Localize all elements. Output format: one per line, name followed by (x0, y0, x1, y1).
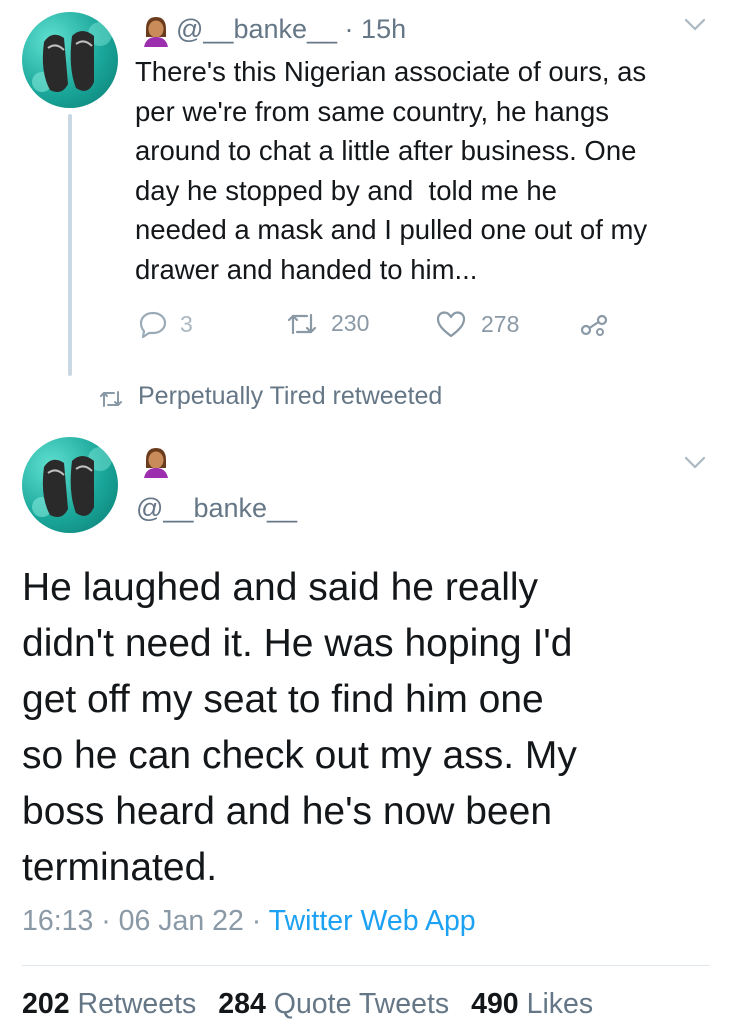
person-emoji-icon (144, 448, 168, 478)
tweet1-handle[interactable]: @__banke__ (176, 14, 337, 44)
tweet2-handle[interactable]: @__banke__ (136, 493, 297, 524)
share-icon (580, 314, 608, 336)
tweet2-time[interactable]: 16:13 (22, 905, 93, 937)
tweet2-meta: 16:13 · 06 Jan 22 · Twitter Web App (22, 905, 476, 938)
dot-separator: · (243, 905, 269, 937)
quote-tweets-stat[interactable]: 284 Quote Tweets (218, 988, 449, 1021)
retweet-notice-icon (100, 391, 122, 407)
quote-tweets-stat-label: Quote Tweets (273, 988, 450, 1020)
reply-icon (139, 311, 167, 338)
tweet2-app[interactable]: Twitter Web App (269, 905, 476, 937)
thread-line (68, 114, 72, 376)
avatar-shoes-image (32, 447, 112, 517)
retweets-stat[interactable]: 202 Retweets (22, 988, 196, 1021)
dot-separator: · (93, 905, 119, 937)
like-count: 278 (481, 310, 520, 337)
chevron-down-icon[interactable] (684, 18, 706, 32)
reply-action[interactable]: 3 (138, 310, 193, 338)
retweet-notice[interactable]: Perpetually Tired retweeted (138, 382, 442, 411)
tweet2-text: He laughed and said he really didn't nee… (22, 566, 577, 889)
retweet-action[interactable]: 230 (285, 310, 369, 337)
retweets-stat-label: Retweets (77, 988, 197, 1020)
retweet-icon (287, 313, 317, 334)
quote-tweets-stat-count: 284 (218, 988, 266, 1020)
person-emoji-icon (144, 17, 168, 47)
avatar[interactable] (22, 12, 118, 108)
dot-separator: · (337, 14, 362, 44)
tweet1-time[interactable]: 15h (361, 14, 406, 44)
likes-stat-count: 490 (471, 988, 519, 1020)
divider (22, 965, 710, 966)
tweet2-stats: 202 Retweets 284 Quote Tweets 490 Likes (22, 988, 593, 1021)
avatar[interactable] (22, 437, 118, 533)
avatar-shoes-image (32, 22, 112, 92)
likes-stat[interactable]: 490 Likes (471, 988, 593, 1021)
share-action[interactable] (580, 310, 610, 338)
chevron-down-icon[interactable] (684, 456, 706, 470)
like-icon (436, 311, 466, 338)
like-action[interactable]: 278 (435, 310, 519, 338)
likes-stat-label: Likes (526, 988, 594, 1020)
reply-count: 3 (180, 310, 193, 337)
retweets-stat-count: 202 (22, 988, 70, 1020)
tweet1-text: There's this Nigerian associate of ours,… (135, 56, 648, 285)
tweet2-date[interactable]: 06 Jan 22 (119, 905, 244, 937)
tweet1-header: @__banke__ · 15h (176, 14, 406, 45)
retweet-count: 230 (331, 310, 370, 336)
